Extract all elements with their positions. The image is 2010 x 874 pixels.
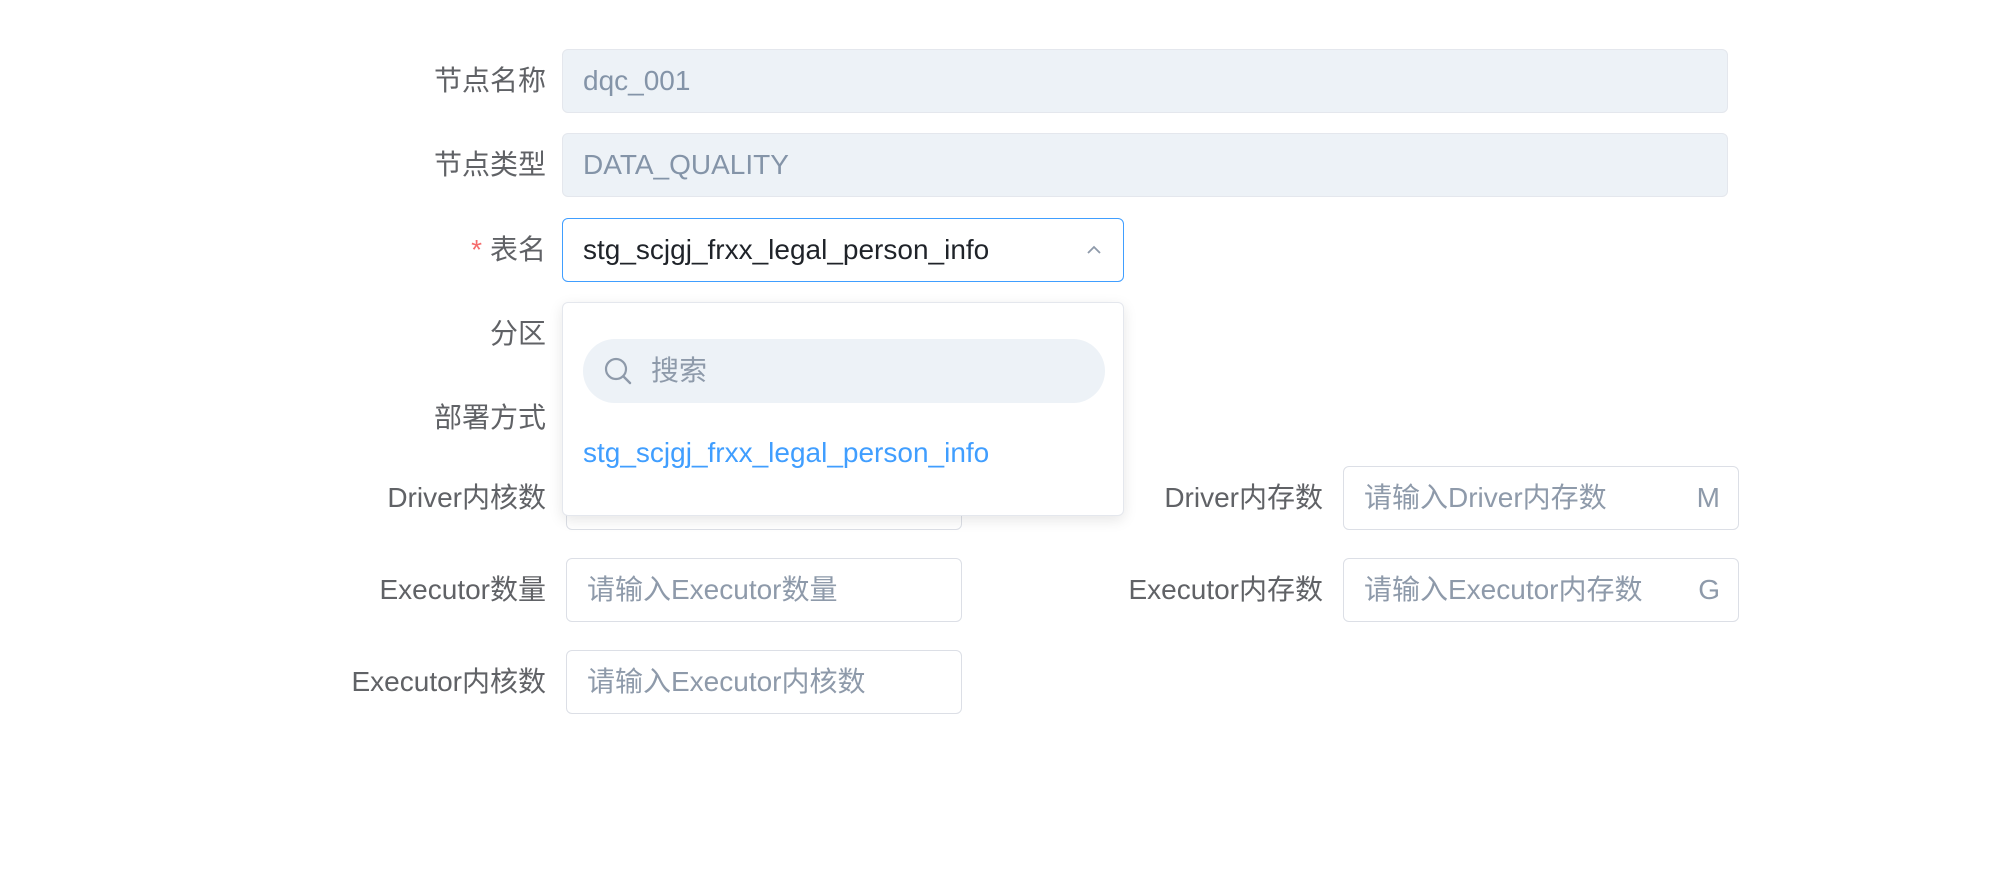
deploy-mode-label: 部署方式 [433,402,546,433]
driver-memory-unit: M [1696,482,1720,513]
executor-memory-input[interactable]: 请输入Executor内存数 G [1343,558,1739,622]
driver-memory-input[interactable]: 请输入Driver内存数 M [1343,466,1739,530]
executor-memory-label: Executor内存数 [1128,574,1324,605]
table-name-selected-value: stg_scjgj_frxx_legal_person_info [583,234,990,265]
executor-memory-unit: G [1698,574,1720,605]
dropdown-option[interactable]: stg_scjgj_frxx_legal_person_info [583,433,989,473]
node-name-label: 节点名称 [433,65,546,96]
table-name-label-text: 表名 [489,234,546,265]
table-name-label: * 表名 [246,218,546,282]
node-name-input: dqc_001 [562,49,1728,113]
executor-count-input[interactable]: 请输入Executor数量 [566,558,962,622]
executor-memory-placeholder: 请输入Executor内存数 [1364,574,1643,605]
driver-cores-label: Driver内核数 [387,482,546,513]
partition-label: 分区 [489,318,546,349]
search-icon [604,357,632,385]
driver-memory-placeholder: 请输入Driver内存数 [1364,482,1607,513]
executor-cores-placeholder: 请输入Executor内核数 [587,666,866,697]
required-mark: * [471,234,482,265]
table-name-dropdown: 搜索 stg_scjgj_frxx_legal_person_info [562,302,1124,516]
executor-count-label: Executor数量 [379,574,547,605]
executor-cores-label: Executor内核数 [351,666,547,697]
table-name-select[interactable]: stg_scjgj_frxx_legal_person_info [562,218,1124,282]
search-placeholder: 搜索 [651,355,708,386]
chevron-up-icon [1087,245,1101,254]
executor-count-placeholder: 请输入Executor数量 [587,574,838,605]
node-type-input: DATA_QUALITY [562,133,1728,197]
dropdown-search-input[interactable]: 搜索 [583,339,1105,403]
executor-cores-input[interactable]: 请输入Executor内核数 [566,650,962,714]
node-type-label: 节点类型 [433,149,546,180]
